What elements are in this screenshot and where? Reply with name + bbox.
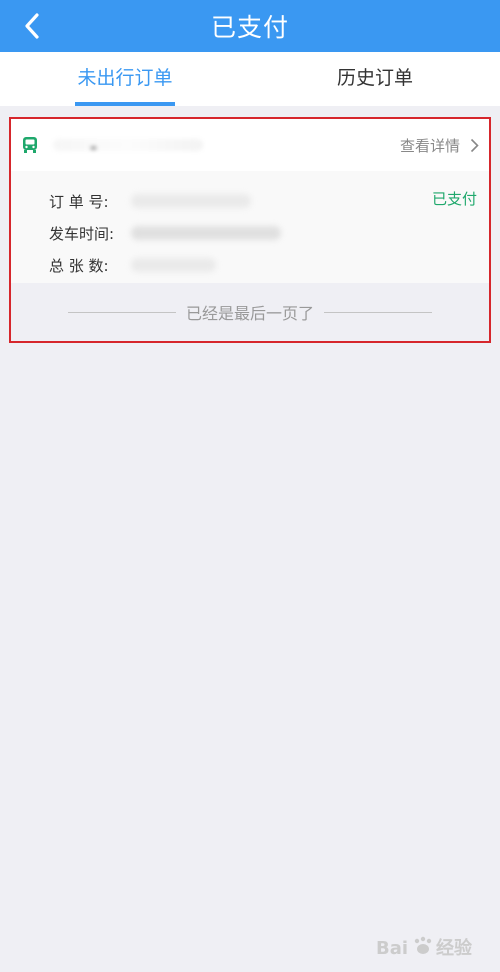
order-card-body[interactable]: 订 单 号: 发车时间: 总 张 数: 已支付 [11,171,489,283]
view-details-label: 查看详情 [399,136,460,155]
svg-text:Bai: Bai [376,938,408,959]
tab-upcoming-orders[interactable]: 未出行订单 [0,52,250,106]
departure-time-value-redacted [131,226,281,240]
ticket-count-row: 总 张 数: [49,249,489,281]
order-tabs: 未出行订单 历史订单 [0,52,500,106]
back-button[interactable] [16,10,48,42]
divider-left [67,311,176,313]
departure-time-label: 发车时间: [49,224,115,243]
page-title: 已支付 [210,13,289,42]
chevron-right-icon [470,138,479,152]
paw-icon: Bai [376,936,432,959]
order-number-value-redacted [131,194,251,208]
bus-icon [23,137,37,153]
ticket-count-label: 总 张 数: [49,256,109,275]
order-card-header[interactable]: 查看详情 [11,119,489,171]
route-name-redacted [53,139,203,151]
back-arrow-icon [25,13,39,39]
app-header: 已支付 [0,0,500,52]
order-number-label: 订 单 号: [49,192,109,211]
view-details-link[interactable]: 查看详情 [400,135,479,156]
divider-right [324,311,432,313]
watermark-text: 经验 [436,938,472,959]
ticket-count-value-redacted [131,258,216,272]
list-end-text: 已经是最后一页了 [185,304,314,323]
status-badge: 已支付 [431,190,477,208]
baidu-jingyan-watermark: Bai 经验 [376,934,472,960]
departure-time-row: 发车时间: [49,217,489,249]
list-end-indicator: 已经是最后一页了 [11,283,489,341]
tab-history-orders[interactable]: 历史订单 [250,52,500,106]
order-number-row: 订 单 号: [49,185,489,217]
